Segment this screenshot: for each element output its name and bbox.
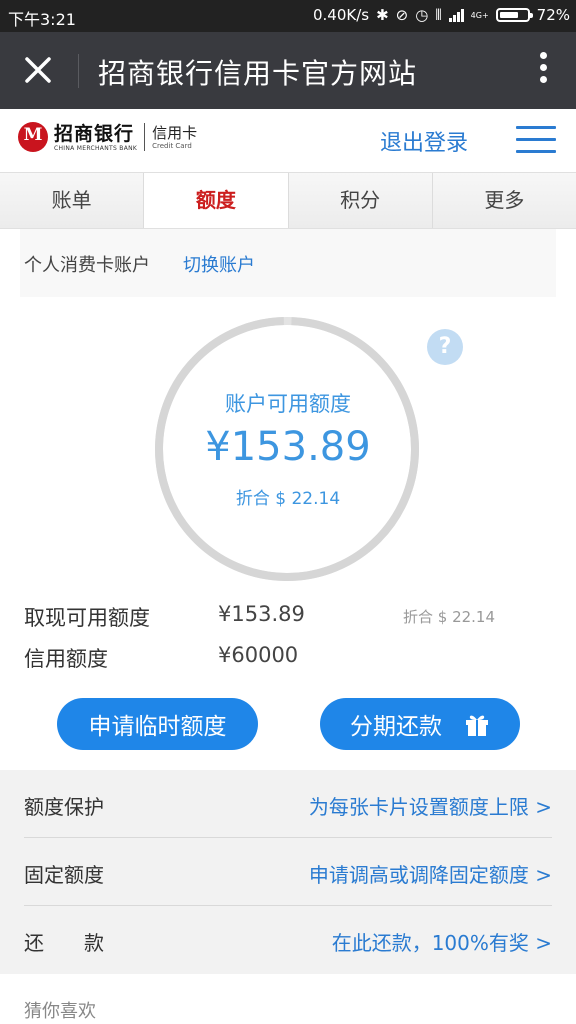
- alarm-icon: ◷: [415, 6, 429, 24]
- installment-label: 分期还款: [350, 714, 442, 740]
- bank-name-cn: 招商银行: [54, 122, 135, 145]
- list-item-limit-protection[interactable]: 额度保护 为每张卡片设置额度上限 >: [24, 770, 552, 838]
- vibrate-icon: ⫴: [435, 6, 442, 24]
- account-row: 个人消费卡账户 切换账户: [0, 229, 576, 299]
- battery-icon: [495, 8, 533, 22]
- list-item-label: 还 款: [24, 931, 104, 955]
- bank-name-en: CHINA MERCHANTS BANK: [54, 144, 138, 152]
- network-label: 4G+: [470, 10, 489, 20]
- status-time: 下午3:21: [8, 10, 76, 29]
- status-bar: 下午3:21 0.40K/s ✱ ⊘ ◷ ⫴ 4G+ 72%: [0, 0, 576, 32]
- list-item-label: 额度保护: [24, 795, 104, 819]
- switch-account-link[interactable]: 切换账户: [183, 251, 255, 277]
- available-limit-amount: ¥153.89: [205, 424, 371, 470]
- list-item-fixed-limit[interactable]: 固定额度 申请调高或调降固定额度 >: [24, 838, 552, 906]
- signal-icon: [448, 8, 464, 22]
- list-item-link[interactable]: 申请调高或调降固定额度 >: [309, 859, 552, 888]
- title-divider: [78, 54, 79, 88]
- credit-card-en: Credit Card: [152, 142, 192, 150]
- hamburger-menu-icon[interactable]: [516, 126, 556, 156]
- limit-options-list: 额度保护 为每张卡片设置额度上限 > 固定额度 申请调高或调降固定额度 > 还 …: [0, 770, 576, 974]
- gift-icon: [466, 715, 488, 736]
- list-item-link[interactable]: 为每张卡片设置额度上限 >: [309, 791, 552, 820]
- tab-points[interactable]: 积分: [288, 173, 433, 228]
- available-limit-title: 账户可用额度: [225, 392, 351, 416]
- bank-header: M 招商银行 CHINA MERCHANTS BANK 信用卡 Credit C…: [0, 109, 576, 172]
- installment-button[interactable]: 分期还款: [320, 698, 520, 750]
- help-icon[interactable]: ?: [427, 329, 463, 365]
- section-title-guess: 猜你喜欢: [24, 1001, 96, 1022]
- tab-bill[interactable]: 账单: [0, 173, 145, 228]
- network-speed: 0.40K/s: [312, 6, 370, 24]
- battery-percent: 72%: [536, 6, 570, 24]
- available-limit-converted: 折合 $ 22.14: [235, 489, 341, 509]
- logout-link[interactable]: 退出登录: [380, 125, 468, 157]
- mute-icon: ⊘: [395, 6, 409, 24]
- tab-bar: 账单 额度 积分 更多: [0, 172, 576, 229]
- close-icon[interactable]: [22, 54, 54, 86]
- title-bar: 招商银行信用卡官方网站: [0, 32, 576, 109]
- credit-limit-label: 信用额度: [24, 647, 108, 671]
- list-item-label: 固定额度: [24, 863, 104, 887]
- list-item-repayment[interactable]: 还 款 在此还款，100%有奖 >: [24, 906, 552, 973]
- cash-limit-value: ¥153.89: [218, 602, 305, 626]
- credit-card-cn: 信用卡: [152, 124, 198, 142]
- logo-divider: [144, 123, 146, 151]
- cash-limit-label: 取现可用额度: [24, 606, 150, 630]
- bank-logo-mark: M: [18, 122, 48, 152]
- page-title: 招商银行信用卡官方网站: [98, 57, 418, 90]
- bluetooth-icon: ✱: [376, 6, 389, 24]
- more-vertical-icon[interactable]: [540, 52, 548, 90]
- list-item-link[interactable]: 在此还款，100%有奖 >: [332, 927, 552, 956]
- bank-logo: M 招商银行 CHINA MERCHANTS BANK 信用卡 Credit C…: [18, 122, 197, 152]
- status-icons: 0.40K/s ✱ ⊘ ◷ ⫴ 4G+ 72%: [313, 6, 570, 24]
- cash-limit-converted: 折合 $ 22.14: [403, 608, 496, 626]
- temp-limit-button[interactable]: 申请临时额度: [57, 698, 258, 750]
- tab-limit[interactable]: 额度: [144, 173, 289, 228]
- credit-limit-value: ¥60000: [218, 643, 299, 667]
- temp-limit-label: 申请临时额度: [88, 714, 227, 740]
- tab-more[interactable]: 更多: [432, 173, 576, 228]
- account-label: 个人消费卡账户: [24, 255, 150, 276]
